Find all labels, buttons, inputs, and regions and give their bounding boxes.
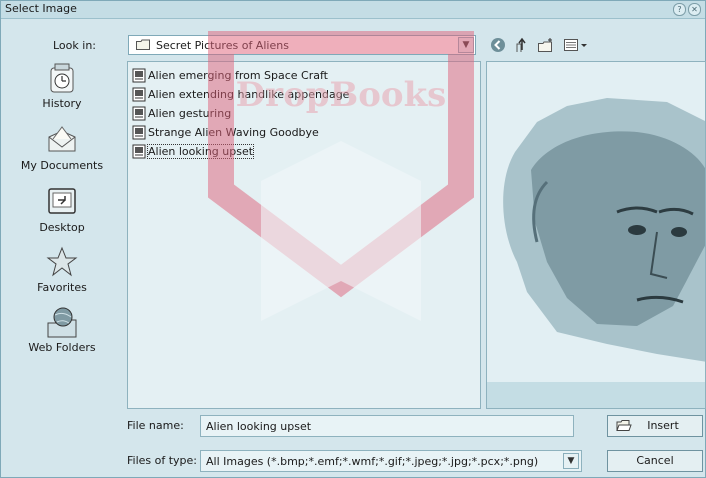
file-list[interactable]: Alien emerging from Space Craft Alien ex…	[127, 61, 481, 409]
places-item-label: Favorites	[37, 281, 87, 294]
places-item-favorites[interactable]: Favorites	[7, 245, 117, 294]
file-type-dropdown[interactable]: All Images (*.bmp;*.emf;*.wmf;*.gif;*.jp…	[200, 450, 582, 472]
file-name: Alien extending handlike appendage	[148, 87, 350, 101]
insert-button[interactable]: Insert	[607, 415, 703, 437]
folder-icon	[136, 39, 150, 50]
image-preview	[486, 61, 706, 409]
image-file-icon	[132, 68, 146, 82]
window-title: Select Image	[5, 2, 77, 15]
places-bar: History My Documents Desktop Favorites W…	[7, 61, 117, 377]
back-arrow-icon[interactable]	[489, 36, 507, 54]
image-file-icon	[132, 106, 146, 120]
places-item-label: History	[42, 97, 82, 110]
image-file-icon	[132, 144, 146, 158]
places-item-web-folders[interactable]: Web Folders	[7, 305, 117, 354]
preview-photo	[503, 98, 705, 362]
file-name: Alien looking upset	[146, 143, 255, 159]
up-folder-icon[interactable]	[513, 36, 531, 54]
list-item[interactable]: Strange Alien Waving Goodbye	[132, 123, 319, 141]
cancel-label: Cancel	[636, 454, 674, 467]
list-item[interactable]: Alien extending handlike appendage	[132, 85, 349, 103]
list-item[interactable]: Alien emerging from Space Craft	[132, 66, 328, 84]
places-item-label: Web Folders	[28, 341, 96, 354]
cancel-button[interactable]: Cancel	[607, 450, 703, 472]
select-image-dialog: Select Image ? ✕ Look in: Secret Picture…	[0, 0, 706, 478]
file-name: Strange Alien Waving Goodbye	[148, 125, 319, 139]
my-documents-icon	[48, 126, 76, 152]
list-item-selected[interactable]: Alien looking upset	[132, 142, 255, 160]
chevron-down-icon[interactable]: ▼	[563, 453, 579, 469]
places-item-my-documents[interactable]: My Documents	[7, 123, 117, 172]
places-item-history[interactable]: History	[7, 61, 117, 110]
new-folder-icon[interactable]	[537, 36, 555, 54]
places-item-label: My Documents	[20, 159, 104, 172]
desktop-icon	[48, 188, 76, 214]
file-type-value: All Images (*.bmp;*.emf;*.wmf;*.gif;*.jp…	[206, 455, 539, 468]
file-name-value: Alien looking upset	[206, 420, 312, 433]
title-bar: Select Image ? ✕	[1, 1, 705, 19]
open-folder-icon	[616, 420, 632, 431]
places-item-label: Desktop	[39, 221, 85, 234]
list-item[interactable]: Alien gesturing	[132, 104, 231, 122]
help-icon[interactable]: ?	[673, 3, 686, 16]
file-name-field[interactable]: Alien looking upset	[200, 415, 574, 437]
look-in-dropdown[interactable]: Secret Pictures of Aliens ▼	[128, 35, 476, 55]
image-file-icon	[132, 125, 146, 139]
history-icon	[50, 63, 74, 93]
look-in-label: Look in:	[53, 39, 96, 52]
favorites-star-icon	[46, 246, 78, 277]
look-in-value: Secret Pictures of Aliens	[156, 39, 289, 52]
views-menu-icon[interactable]	[563, 36, 591, 54]
file-name-label: File name:	[127, 419, 184, 432]
image-file-icon	[132, 87, 146, 101]
file-name: Alien emerging from Space Craft	[148, 68, 328, 82]
file-name: Alien gesturing	[148, 106, 232, 120]
places-item-desktop[interactable]: Desktop	[7, 185, 117, 234]
file-type-label: Files of type:	[127, 454, 198, 467]
close-icon[interactable]: ✕	[688, 3, 701, 16]
insert-label: Insert	[647, 419, 679, 432]
web-folders-icon	[47, 307, 77, 338]
chevron-down-icon[interactable]: ▼	[458, 37, 474, 53]
